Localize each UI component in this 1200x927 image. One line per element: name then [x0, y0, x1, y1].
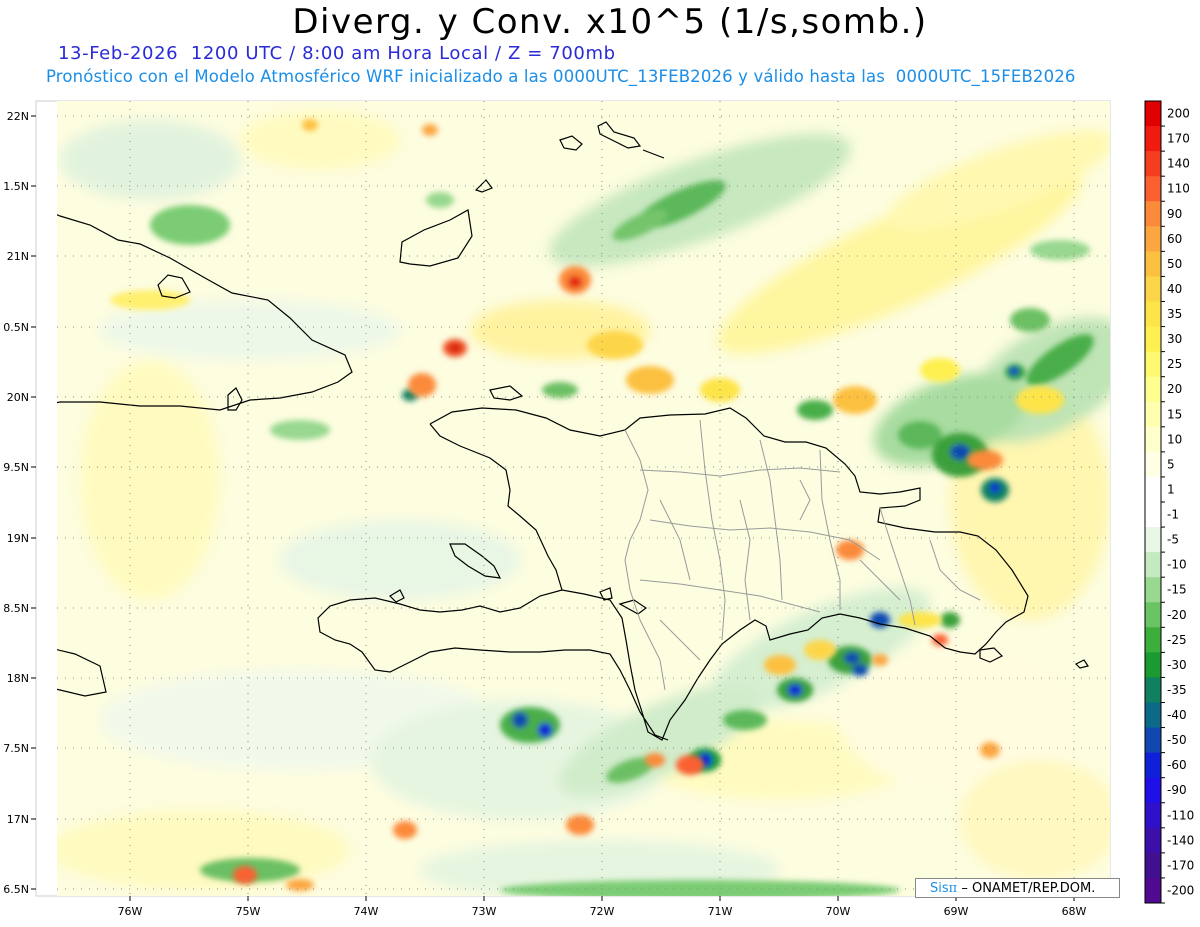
- colorbar-label: 30: [1167, 332, 1182, 346]
- lon-label: 71W: [708, 905, 733, 918]
- colorbar-label: -1: [1167, 508, 1179, 522]
- colorbar-label: 140: [1167, 157, 1190, 171]
- colorbar-label: -40: [1167, 708, 1187, 722]
- colorbar-label: 90: [1167, 207, 1182, 221]
- colorbar-swatch: [1145, 652, 1161, 678]
- colorbar-swatch: [1145, 802, 1161, 829]
- colorbar-swatch: [1145, 727, 1161, 754]
- colorbar-label: -30: [1167, 658, 1187, 672]
- colorbar-swatch: [1145, 877, 1161, 904]
- sispi-logo: Sis: [930, 881, 949, 896]
- colorbar-label: -35: [1167, 683, 1187, 697]
- colorbar: 200 170 140 110 90 60 50 40 35 30 25 20 15 10 5 1 -1 -5 -1…: [1144, 100, 1194, 904]
- lon-label: 70W: [826, 905, 851, 918]
- lon-label: 73W: [472, 905, 497, 918]
- credit-box: Sisπ – ONAMET/REP.DOM.: [915, 878, 1120, 898]
- colorbar-swatch: [1145, 301, 1161, 328]
- colorbar-swatch: [1145, 627, 1161, 653]
- colorbar-swatch: [1145, 502, 1161, 528]
- lat-label: 21N: [7, 250, 29, 263]
- colorbar-swatch: [1145, 251, 1161, 277]
- colorbar-label: -10: [1167, 558, 1187, 572]
- lat-label: 20N: [7, 391, 29, 404]
- colorbar-label: -200: [1167, 883, 1194, 897]
- colorbar-swatch: [1145, 351, 1161, 378]
- colorbar-label: 50: [1167, 257, 1182, 271]
- colorbar-label: -20: [1167, 608, 1187, 622]
- colorbar-swatch: [1145, 552, 1161, 578]
- colorbar-label: 1: [1167, 482, 1175, 496]
- colorbar-swatch: [1145, 777, 1161, 804]
- colorbar-swatch: [1145, 326, 1161, 353]
- lat-label: 7.5N: [3, 742, 29, 755]
- colorbar-label: 200: [1167, 107, 1190, 121]
- colorbar-swatch: [1145, 426, 1161, 453]
- colorbar-label: 40: [1167, 282, 1182, 296]
- lat-label: 18N: [7, 672, 29, 685]
- colorbar-swatch: [1145, 176, 1161, 202]
- divergence-map: 22N 1.5N 21N 0.5N 20N 9.5N 19N 8.5N 18N …: [3, 100, 1194, 918]
- lat-label: 1.5N: [3, 180, 29, 193]
- colorbar-label: 5: [1167, 457, 1175, 471]
- lon-label: 76W: [118, 905, 143, 918]
- colorbar-label: -5: [1167, 533, 1179, 547]
- lat-label: 22N: [7, 110, 29, 123]
- colorbar-swatch: [1145, 527, 1161, 553]
- colorbar-swatch: [1145, 827, 1161, 854]
- colorbar-label: -25: [1167, 633, 1187, 647]
- field-layer: [57, 101, 1110, 896]
- colorbar-swatch: [1145, 276, 1161, 302]
- longitude-labels: 76W 75W 74W 73W 72W 71W 70W 69W 68W: [118, 896, 1087, 918]
- colorbar-swatch: [1145, 101, 1161, 127]
- colorbar-label: -90: [1167, 783, 1187, 797]
- lat-label: 0.5N: [3, 321, 29, 334]
- colorbar-label: 25: [1167, 357, 1182, 371]
- colorbar-swatch: [1145, 401, 1161, 428]
- colorbar-swatch: [1145, 852, 1161, 879]
- lon-label: 68W: [1062, 905, 1087, 918]
- lon-label: 69W: [944, 905, 969, 918]
- colorbar-label: 170: [1167, 132, 1190, 146]
- lat-label: 8.5N: [3, 602, 29, 615]
- colorbar-label: 35: [1167, 307, 1182, 321]
- colorbar-label: 20: [1167, 382, 1182, 396]
- lat-label: 6.5N: [3, 883, 29, 896]
- colorbar-label: -110: [1167, 808, 1194, 822]
- lat-label: 9.5N: [3, 461, 29, 474]
- colorbar-swatch: [1145, 201, 1161, 227]
- lon-label: 74W: [354, 905, 379, 918]
- colorbar-label: -140: [1167, 833, 1194, 847]
- credit-org: – ONAMET/REP.DOM.: [961, 881, 1096, 896]
- lon-label: 72W: [590, 905, 615, 918]
- colorbar-label: -50: [1167, 733, 1187, 747]
- colorbar-label: 60: [1167, 232, 1182, 246]
- colorbar-label: -170: [1167, 858, 1194, 872]
- colorbar-label: 110: [1167, 182, 1190, 196]
- colorbar-swatch: [1145, 677, 1161, 703]
- colorbar-swatch: [1145, 126, 1161, 152]
- colorbar-swatch: [1145, 752, 1161, 779]
- colorbar-label: -15: [1167, 583, 1187, 597]
- colorbar-swatch: [1145, 577, 1161, 603]
- lat-label: 19N: [7, 532, 29, 545]
- colorbar-swatch: [1145, 602, 1161, 628]
- colorbar-swatch: [1145, 376, 1161, 403]
- colorbar-label: -60: [1167, 758, 1187, 772]
- latitude-labels: 22N 1.5N 21N 0.5N 20N 9.5N 19N 8.5N 18N …: [3, 110, 36, 896]
- lat-label: 17N: [7, 813, 29, 826]
- colorbar-swatch: [1145, 226, 1161, 252]
- sispi-pi: π: [948, 881, 958, 896]
- colorbar-swatch: [1145, 702, 1161, 729]
- colorbar-swatch: [1145, 476, 1161, 503]
- colorbar-swatch: [1145, 451, 1161, 478]
- colorbar-swatch: [1145, 151, 1161, 177]
- colorbar-label: 10: [1167, 432, 1182, 446]
- lon-label: 75W: [236, 905, 261, 918]
- colorbar-label: 15: [1167, 407, 1182, 421]
